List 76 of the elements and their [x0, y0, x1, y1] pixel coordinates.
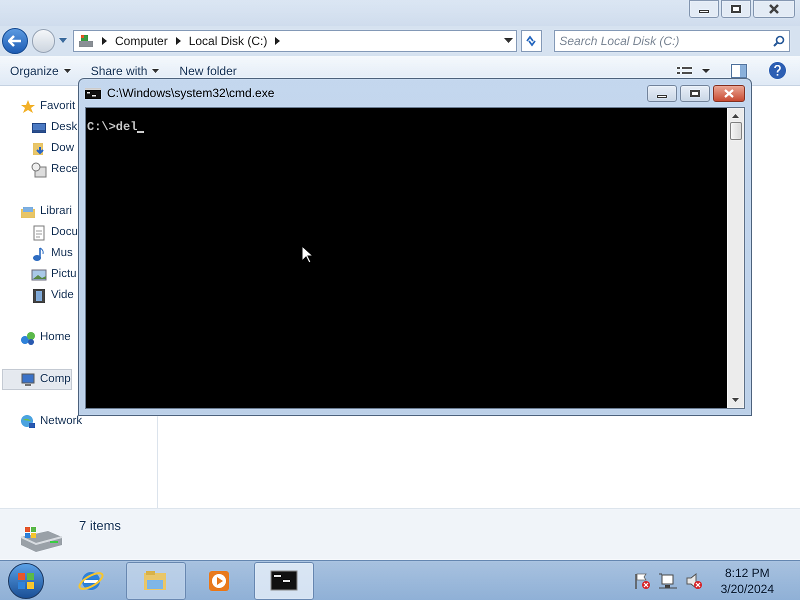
globe-icon: [20, 414, 36, 430]
caret-icon: [64, 68, 71, 72]
minimize-icon: [699, 10, 709, 13]
document-icon: [31, 224, 47, 240]
back-arrow-icon: [8, 35, 22, 47]
restore-button[interactable]: [721, 0, 751, 18]
maximize-icon: [690, 90, 700, 96]
maximize-button[interactable]: [680, 84, 710, 102]
close-icon: [769, 4, 779, 14]
scroll-up-icon[interactable]: [732, 114, 739, 118]
homegroup-icon: [20, 330, 36, 346]
nav-item[interactable]: Home: [0, 327, 72, 348]
minimize-icon: [657, 94, 667, 98]
search-field[interactable]: Search Local Disk (C:): [554, 30, 790, 52]
console-text: C:\>del: [87, 120, 138, 134]
clock-icon: [31, 162, 47, 178]
search-input[interactable]: Search Local Disk (C:): [555, 31, 773, 51]
breadcrumb-item[interactable]: Computer: [115, 32, 168, 50]
nav-item[interactable]: Desk: [0, 117, 78, 138]
toolbar-button[interactable]: Organize: [8, 62, 73, 80]
caret-icon: [152, 68, 160, 72]
start-button[interactable]: [8, 562, 44, 598]
network-status-icon[interactable]: [658, 572, 677, 590]
close-button[interactable]: [753, 0, 795, 18]
console-area[interactable]: C:\>del: [86, 108, 727, 408]
action-center-flag-icon[interactable]: [632, 572, 651, 590]
minimize-button[interactable]: [689, 0, 719, 18]
text-cursor: [137, 131, 144, 133]
recent-pages-icon[interactable]: [59, 38, 68, 44]
mouse-pointer-icon: [301, 245, 313, 264]
nav-item[interactable]: Pictu: [0, 264, 78, 285]
help-button[interactable]: [769, 62, 786, 79]
chevron-icon[interactable]: [275, 37, 280, 45]
nav-item[interactable]: Docu: [0, 222, 79, 243]
taskbar-button[interactable]: [254, 562, 314, 600]
preview-pane-icon[interactable]: [731, 64, 747, 78]
scroll-thumb[interactable]: [730, 122, 742, 140]
address-bar[interactable]: Computer Local Disk (C:): [73, 30, 517, 52]
window-title: C:\Windows\system32\cmd.exe: [107, 85, 274, 102]
close-icon: [724, 88, 734, 98]
nav-item[interactable]: Rece: [0, 159, 79, 180]
picture-icon: [31, 266, 47, 282]
windows-logo-icon: [17, 572, 35, 590]
breadcrumb-item[interactable]: Local Disk (C:): [188, 32, 268, 50]
back-button[interactable]: [2, 28, 28, 54]
minimize-button[interactable]: [647, 84, 677, 102]
toolbar-button[interactable]: Share with: [88, 62, 162, 80]
nav-item[interactable]: Favorit: [0, 96, 76, 117]
star-icon: [20, 98, 36, 114]
status-text: 7 items: [79, 517, 121, 535]
clock-time[interactable]: 8:12 PM: [724, 564, 770, 580]
chevron-icon[interactable]: [102, 37, 108, 45]
toolbar-button[interactable]: New folder: [177, 62, 239, 80]
nav-item[interactable]: Vide: [0, 285, 75, 306]
nav-item[interactable]: Comp: [2, 369, 72, 390]
scrollbar[interactable]: [727, 108, 744, 408]
chevron-icon[interactable]: [176, 37, 181, 45]
search-icon: [773, 35, 785, 47]
refresh-button[interactable]: [520, 30, 542, 52]
console-icon: [85, 88, 101, 98]
clock-date[interactable]: 3/20/2024: [720, 580, 774, 596]
muted-speaker-icon[interactable]: [684, 572, 703, 590]
film-icon: [31, 288, 47, 304]
nav-item[interactable]: Dow: [0, 138, 76, 159]
dropdown-arrow-icon[interactable]: [504, 38, 513, 44]
console-icon: [270, 568, 298, 594]
help-icon: [774, 65, 781, 76]
computer-icon: [20, 372, 36, 388]
restore-icon: [731, 5, 741, 13]
console-window[interactable]: C:\Windows\system32\cmd.exe C:\>del: [78, 78, 752, 416]
view-options-icon[interactable]: [677, 66, 711, 76]
scroll-down-icon[interactable]: [732, 398, 739, 402]
nav-item[interactable]: Librari: [0, 201, 73, 222]
close-button[interactable]: [713, 84, 745, 102]
nav-item[interactable]: Mus: [0, 243, 74, 264]
computer-icon: [78, 33, 94, 49]
